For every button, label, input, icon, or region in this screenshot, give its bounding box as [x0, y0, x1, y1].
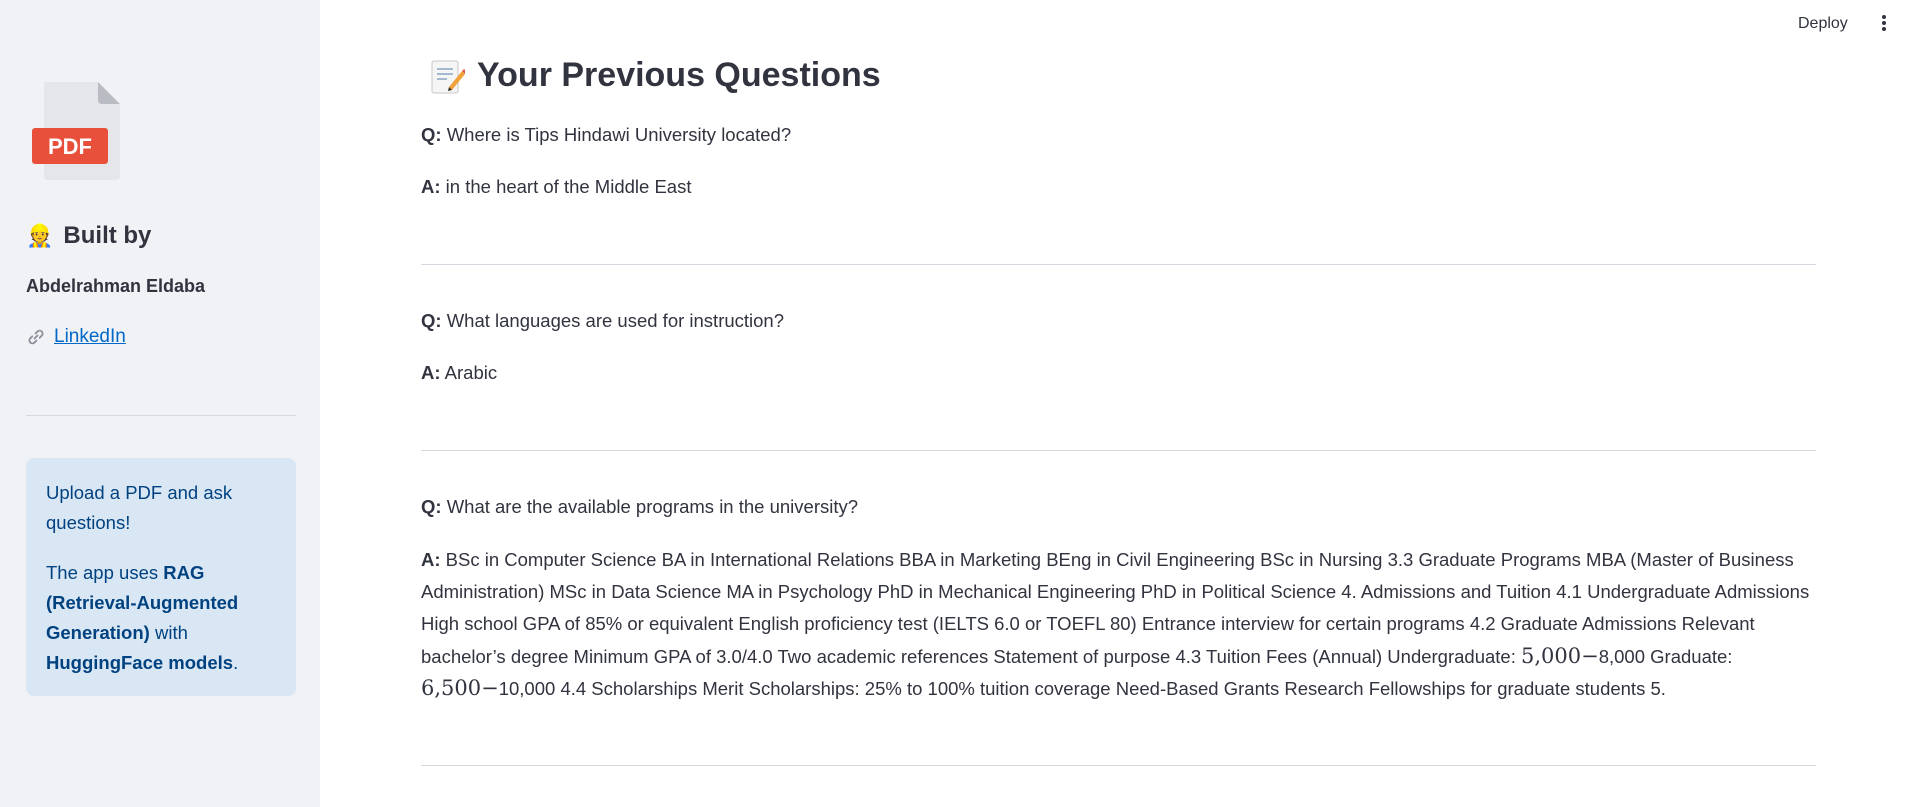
answer-line: bachelor’s degree Minimum GPA of 3.0/4.0… [421, 640, 1732, 673]
link-icon [28, 329, 44, 345]
info-line-2: The app uses RAG (Retrieval-Augmented Ge… [46, 558, 276, 678]
question-row: Q: What are the available programs in th… [421, 491, 858, 523]
more-vertical-icon[interactable] [1878, 12, 1890, 34]
construction-worker-icon: 👷 [26, 223, 54, 248]
answer-row: A: in the heart of the Middle East [421, 171, 691, 203]
answer-label: A: [421, 176, 441, 197]
built-by-heading: 👷 Built by [26, 222, 151, 250]
built-by-title: Built by [63, 222, 152, 249]
info-huggingface: HuggingFace models [46, 652, 234, 673]
answer-text: 10,000 4.4 Scholarships Merit Scholarshi… [498, 678, 1666, 699]
memo-icon [431, 60, 465, 93]
qa-divider [421, 264, 1816, 265]
question-text: What languages are used for instruction? [446, 310, 785, 331]
answer-text: Arabic [444, 362, 498, 383]
answer-row: A: Arabic [421, 357, 497, 389]
qa-divider [421, 450, 1816, 451]
question-row: Q: What languages are used for instructi… [421, 305, 784, 337]
question-label: Q: [421, 310, 442, 331]
info-box: Upload a PDF and ask questions! The app … [26, 458, 296, 696]
sidebar-divider [26, 415, 296, 416]
question-label: Q: [421, 124, 442, 145]
question-text: What are the available programs in the u… [446, 496, 859, 517]
linkedin-row: LinkedIn [26, 326, 126, 348]
info-line-1: Upload a PDF and ask questions! [46, 482, 233, 533]
page-title: Your Previous Questions [429, 56, 881, 95]
author-name: Abdelrahman Eldaba [26, 276, 206, 296]
qa-divider [421, 765, 1816, 766]
answer-line: 6,500−10,000 4.4 Scholarships Merit Scho… [421, 672, 1666, 705]
sidebar: PDF 👷 Built by Abdelrahman Eldaba Linked… [0, 0, 320, 807]
answer-label: A: [421, 549, 441, 570]
answer-text: BSc in Computer Science BA in Internatio… [445, 549, 1794, 570]
question-label: Q: [421, 496, 442, 517]
question-row: Q: Where is Tips Hindawi University loca… [421, 119, 791, 151]
deploy-button[interactable]: Deploy [1794, 13, 1852, 35]
answer-line: Administration) MSc in Data Science MA i… [421, 581, 1810, 602]
linkedin-link[interactable]: LinkedIn [54, 326, 126, 348]
answer-text: bachelor’s degree Minimum GPA of 3.0/4.0… [421, 646, 1521, 667]
pdf-logo-text: PDF [48, 134, 92, 159]
app-root: PDF 👷 Built by Abdelrahman Eldaba Linked… [0, 0, 1920, 807]
math-value: 6,500− [421, 676, 499, 700]
answer-line: High school GPA of 85% or equivalent Eng… [421, 613, 1755, 634]
answer-row: A: BSc in Computer Science BA in Interna… [421, 544, 1794, 576]
info-text: The app uses [46, 562, 164, 583]
answer-label: A: [421, 362, 441, 383]
info-text: . [233, 652, 239, 673]
math-value: 5,000− [1521, 644, 1599, 668]
info-text: with [149, 622, 188, 643]
pdf-file-icon: PDF [32, 82, 120, 180]
answer-text: 8,000 Graduate: [1598, 646, 1733, 667]
answer-text: in the heart of the Middle East [445, 176, 692, 197]
question-text: Where is Tips Hindawi University located… [446, 124, 792, 145]
page-title-text: Your Previous Questions [477, 56, 881, 94]
